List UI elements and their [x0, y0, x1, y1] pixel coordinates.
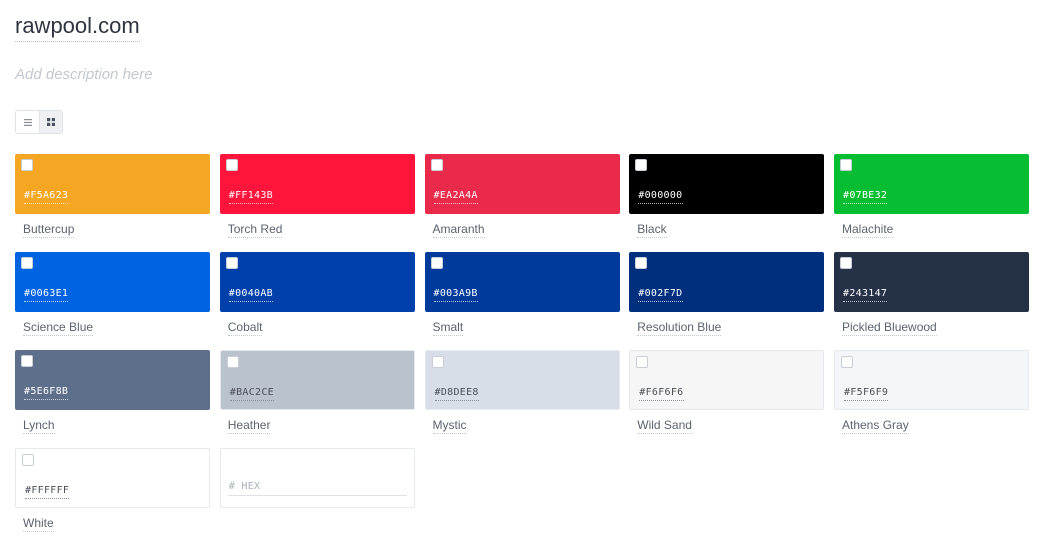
view-toggle	[15, 110, 63, 134]
color-hex-label[interactable]: #243147	[843, 287, 888, 302]
color-name[interactable]: Wild Sand	[637, 418, 692, 434]
color-select-checkbox[interactable]	[21, 355, 33, 367]
list-icon	[23, 118, 32, 126]
color-tile: #F5F6F9 Athens Gray	[834, 350, 1029, 434]
color-name[interactable]: Torch Red	[227, 222, 283, 238]
color-swatch[interactable]: #F6F6F6	[629, 350, 825, 410]
color-swatch[interactable]: #D8DEE8	[424, 350, 620, 410]
color-select-checkbox[interactable]	[430, 257, 443, 269]
color-tile: #07BE32 Malachite	[834, 154, 1029, 238]
color-select-checkbox[interactable]	[22, 454, 34, 466]
color-tile: #BAC2CE Heather	[219, 350, 415, 434]
color-tile: #EA2A4A Amaranth	[424, 154, 620, 238]
color-name[interactable]: White	[23, 516, 54, 532]
color-tile: #D8DEE8 Mystic	[424, 350, 620, 434]
palette-title[interactable]: rawpool.com	[15, 12, 140, 42]
color-swatch[interactable]: #243147	[834, 252, 1029, 312]
color-hex-label[interactable]: #BAC2CE	[229, 386, 274, 401]
hex-input[interactable]	[227, 478, 407, 496]
color-hex-label[interactable]: #EA2A4A	[433, 189, 478, 204]
color-select-checkbox[interactable]	[21, 159, 33, 171]
color-name[interactable]: Lynch	[23, 418, 55, 434]
description-placeholder[interactable]: Add description here	[15, 66, 153, 84]
color-name[interactable]: Smalt	[432, 320, 464, 336]
color-hex-label[interactable]: #002F7D	[638, 287, 683, 302]
color-select-checkbox[interactable]	[635, 257, 648, 269]
color-tile: #5E6F8B Lynch	[15, 350, 210, 434]
color-swatch[interactable]: #BAC2CE	[219, 350, 415, 410]
color-tile: #FF143B Torch Red	[219, 154, 415, 238]
color-tile: #000000 Black	[629, 154, 825, 238]
color-swatch[interactable]: #003A9B	[424, 252, 620, 312]
color-name[interactable]: Heather	[227, 418, 271, 434]
color-select-checkbox[interactable]	[840, 159, 852, 171]
color-name[interactable]: Amaranth	[432, 222, 485, 238]
color-tile: #243147 Pickled Bluewood	[834, 252, 1029, 336]
color-hex-label[interactable]: #F5F6F9	[844, 386, 889, 401]
color-hex-label[interactable]: #000000	[638, 189, 683, 204]
color-name[interactable]: Science Blue	[23, 320, 94, 336]
color-select-checkbox[interactable]	[431, 356, 444, 368]
color-swatch[interactable]: #07BE32	[834, 154, 1029, 214]
color-name[interactable]: Black	[637, 222, 667, 238]
color-tile: #FFFFFF White	[15, 448, 210, 532]
color-swatch[interactable]: #FF143B	[219, 154, 415, 214]
color-name[interactable]: Pickled Bluewood	[842, 320, 937, 336]
color-name[interactable]: Cobalt	[227, 320, 263, 336]
color-swatch[interactable]: #FFFFFF	[15, 448, 210, 508]
color-swatch[interactable]: #000000	[629, 154, 825, 214]
color-hex-label[interactable]: #FF143B	[228, 189, 273, 204]
color-select-checkbox[interactable]	[226, 356, 239, 368]
color-hex-label[interactable]: #003A9B	[433, 287, 478, 302]
color-select-checkbox[interactable]	[430, 159, 443, 171]
color-hex-label[interactable]: #0040AB	[228, 287, 273, 302]
color-name[interactable]: Athens Gray	[842, 418, 909, 434]
color-swatch[interactable]: #5E6F8B	[15, 350, 210, 410]
list-view-button[interactable]	[16, 111, 39, 133]
color-swatch[interactable]: #002F7D	[629, 252, 825, 312]
color-name[interactable]: Buttercup	[23, 222, 75, 238]
color-swatch[interactable]: #0063E1	[15, 252, 210, 312]
color-select-checkbox[interactable]	[225, 159, 238, 171]
color-swatch[interactable]: #EA2A4A	[424, 154, 620, 214]
color-name[interactable]: Mystic	[432, 418, 467, 434]
color-hex-label[interactable]: #F5A623	[24, 189, 69, 204]
color-select-checkbox[interactable]	[225, 257, 238, 269]
color-select-checkbox[interactable]	[635, 159, 648, 171]
color-tile: #0040AB Cobalt	[219, 252, 415, 336]
color-hex-label[interactable]: #07BE32	[843, 189, 888, 204]
color-tile: #002F7D Resolution Blue	[629, 252, 825, 336]
color-hex-label[interactable]: #D8DEE8	[434, 386, 479, 401]
color-name[interactable]: Resolution Blue	[637, 320, 722, 336]
color-hex-label[interactable]: #5E6F8B	[24, 385, 69, 400]
color-select-checkbox[interactable]	[21, 257, 33, 269]
add-color-tile	[219, 448, 415, 508]
color-tile: #F6F6F6 Wild Sand	[629, 350, 825, 434]
color-select-checkbox[interactable]	[840, 257, 852, 269]
color-swatch[interactable]: #F5A623	[15, 154, 210, 214]
color-select-checkbox[interactable]	[636, 356, 649, 368]
grid-icon	[47, 118, 55, 126]
color-select-checkbox[interactable]	[841, 356, 853, 368]
color-tile: #F5A623 Buttercup	[15, 154, 210, 238]
color-hex-label[interactable]: #FFFFFF	[25, 484, 70, 499]
color-hex-label[interactable]: #F6F6F6	[639, 386, 684, 401]
color-hex-label[interactable]: #0063E1	[24, 287, 69, 302]
color-tile: #003A9B Smalt	[424, 252, 620, 336]
grid-view-button[interactable]	[39, 111, 62, 133]
color-swatch[interactable]: #0040AB	[219, 252, 415, 312]
color-swatch[interactable]: #F5F6F9	[834, 350, 1029, 410]
color-name[interactable]: Malachite	[842, 222, 894, 238]
color-tile: #0063E1 Science Blue	[15, 252, 210, 336]
